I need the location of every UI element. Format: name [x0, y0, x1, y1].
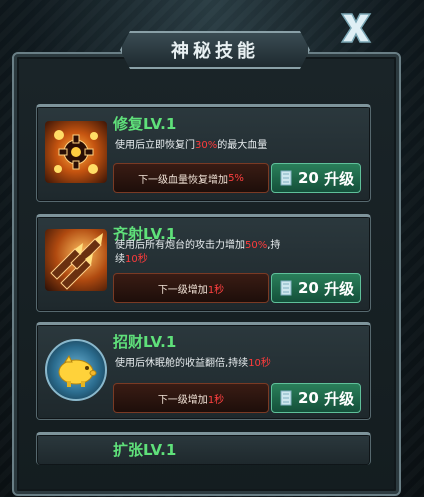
desc-highlight: 50%	[245, 240, 268, 251]
desc-highlight: 10秒	[248, 358, 271, 369]
skill-card-volley: 齐射LV.1 使用后所有炮台的攻击力增加50%,持 续10秒 下一级增加 1秒 2…	[36, 214, 371, 312]
next-level-info: 下一级增加 1秒	[113, 383, 269, 413]
upgrade-label: 升级	[324, 279, 355, 298]
skill-description: 使用后立即恢复门30%的最大血量	[115, 139, 267, 153]
desc-text-line2: 续	[115, 254, 125, 265]
volley-missile-icon	[45, 229, 107, 291]
desc-highlight: 30%	[195, 140, 218, 151]
piggy-bank-icon	[45, 339, 107, 401]
close-button[interactable]	[338, 10, 374, 46]
upgrade-label: 升级	[324, 389, 355, 408]
upgrade-label: 升级	[324, 169, 355, 188]
skill-name: 招财LV.1	[113, 333, 177, 351]
desc-text-post: 的最大血量	[217, 140, 268, 151]
dialog-title-plate: 神秘技能	[120, 31, 310, 69]
desc-text: 使用后休眠舱的收益翻倍,持续	[115, 358, 249, 369]
skill-card-fortune: 招财LV.1 使用后休眠舱的收益翻倍,持续10秒 下一级增加 1秒 20 升级	[36, 322, 371, 420]
next-level-info: 下一级血量恢复增加 5%	[113, 163, 269, 193]
gem-icon	[280, 170, 292, 186]
skill-card-repair: 修复LV.1 使用后立即恢复门30%的最大血量 下一级血量恢复增加 5% 20 升…	[36, 104, 371, 202]
next-level-text: 下一级增加	[157, 394, 208, 406]
next-level-highlight: 1秒	[207, 394, 225, 406]
upgrade-button[interactable]: 20 升级	[271, 163, 361, 193]
upgrade-button[interactable]: 20 升级	[271, 273, 361, 303]
desc-highlight-line2: 10秒	[125, 254, 148, 265]
upgrade-cost: 20	[298, 279, 319, 297]
repair-gear-icon	[45, 121, 107, 183]
skill-name: 扩张LV.1	[113, 441, 177, 459]
desc-text: 使用后立即恢复门	[115, 140, 195, 151]
next-level-info: 下一级增加 1秒	[113, 273, 269, 303]
skill-card-expand: 扩张LV.1	[36, 432, 371, 465]
desc-text-post: ,持	[267, 240, 281, 251]
next-level-highlight: 5%	[228, 172, 244, 184]
upgrade-cost: 20	[298, 169, 319, 187]
upgrade-button[interactable]: 20 升级	[271, 383, 361, 413]
gem-icon	[280, 390, 292, 406]
desc-text: 使用后所有炮台的攻击力增加	[115, 240, 245, 251]
close-icon	[340, 13, 372, 43]
skill-name: 修复LV.1	[113, 115, 177, 133]
upgrade-cost: 20	[298, 389, 319, 407]
next-level-text: 下一级血量恢复增加	[138, 174, 229, 186]
skill-description: 使用后休眠舱的收益翻倍,持续10秒	[115, 357, 271, 371]
dialog-title: 神秘技能	[171, 41, 259, 62]
gem-icon	[280, 280, 292, 296]
skill-description: 使用后所有炮台的攻击力增加50%,持 续10秒	[115, 239, 280, 267]
next-level-text: 下一级增加	[157, 284, 208, 296]
next-level-highlight: 1秒	[207, 284, 225, 296]
